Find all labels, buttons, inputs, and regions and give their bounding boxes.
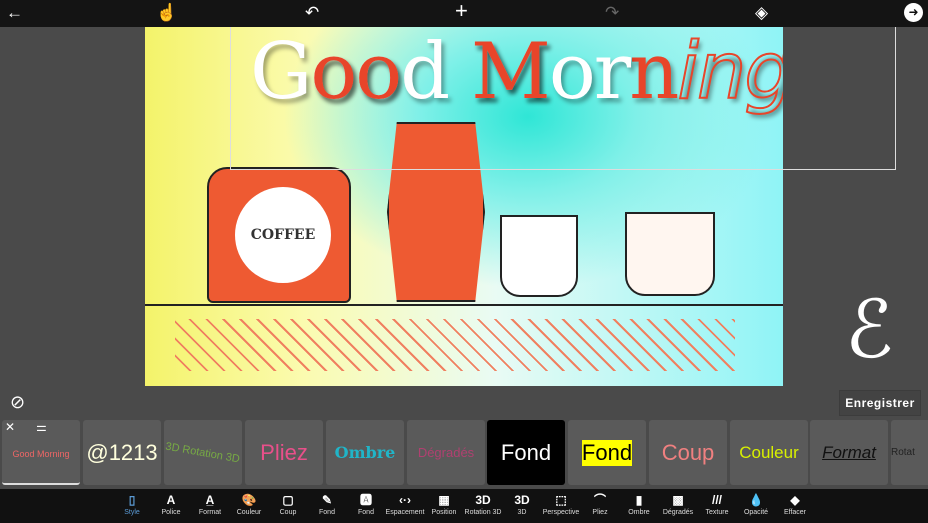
style-preset-tile[interactable]: @1213 <box>83 420 161 485</box>
style-presets: Good Morning ✕ ⚌ @1213 3D Rotation 3D Pliez Om… <box>0 420 928 485</box>
tool-fond[interactable]: 🅰 Fond <box>346 491 386 516</box>
tool-fond[interactable]: ✎ Fond <box>307 491 347 516</box>
tool-position[interactable]: ▦ Position <box>424 491 464 516</box>
tool-ombre[interactable]: ▮ Ombre <box>619 491 659 516</box>
tool-label: Opacité <box>743 509 769 516</box>
top-bar: ← ☝ ↶ + ↷ ◈ ➜ <box>0 0 928 27</box>
tool-coup[interactable]: ▢ Coup <box>268 491 308 516</box>
shelf-line <box>145 304 783 306</box>
style-preset-tile[interactable]: Good Morning ✕ ⚌ <box>2 420 80 485</box>
tool-icon: 3D <box>514 493 530 507</box>
preset-label: 3D Rotation 3D <box>164 440 242 465</box>
preset-label: Couleur <box>739 442 799 462</box>
tool-perspective[interactable]: ⬚ Perspective <box>541 491 581 516</box>
preset-label: Format <box>822 442 876 462</box>
style-preset-tile[interactable]: Rotat <box>891 420 928 485</box>
preset-label: Fond <box>581 439 633 466</box>
undo-icon[interactable]: ↶ <box>305 3 319 23</box>
style-preset-tile[interactable]: Fond <box>568 420 646 485</box>
close-icon[interactable]: ✕ <box>5 420 15 434</box>
tool-icon: ▦ <box>438 493 450 507</box>
preset-label: Rotat <box>891 447 915 458</box>
add-icon[interactable]: + <box>455 0 468 22</box>
tool-3d[interactable]: 3D 3D <box>502 491 542 516</box>
tool-label: Couleur <box>236 509 262 516</box>
preset-label: Ombre <box>334 443 396 462</box>
tool-icon: A <box>166 493 176 507</box>
preset-label: Fond <box>500 439 552 465</box>
tool-opacité[interactable]: 💧 Opacité <box>736 491 776 516</box>
tool-label: Texture <box>705 509 729 516</box>
next-icon[interactable]: ➜ <box>904 3 923 22</box>
tool-icon: ⌒ <box>593 493 606 507</box>
tool-icon: /// <box>711 493 722 507</box>
save-button[interactable]: Enregistrer <box>839 390 921 416</box>
tool-label: Perspective <box>542 509 580 516</box>
tool-rotation-3d[interactable]: 3D Rotation 3D <box>463 491 503 516</box>
tool-pliez[interactable]: ⌒ Pliez <box>580 491 620 516</box>
adjust-icon[interactable]: ⚌ <box>36 420 47 434</box>
coffee-label: COFFEE <box>235 187 331 283</box>
tool-icon: ▩ <box>672 493 684 507</box>
tool-style[interactable]: ▯ Style <box>112 491 152 516</box>
preset-label: Good Morning <box>12 449 70 459</box>
tool-label: Dégradés <box>662 509 694 516</box>
tool-icon: A̲ <box>205 493 215 507</box>
grid-cup <box>500 215 578 297</box>
tool-espacement[interactable]: ‹·› Espacement <box>385 491 425 516</box>
style-preset-tile[interactable]: Pliez <box>245 420 323 485</box>
style-preset-tile[interactable]: Couleur <box>730 420 808 485</box>
decorative-pattern <box>175 319 735 371</box>
tool-effacer[interactable]: ◆ Effacer <box>775 491 815 516</box>
tool-label: Fond <box>319 509 335 516</box>
no-style-icon[interactable]: ⊘ <box>10 392 25 413</box>
tool-label: Pliez <box>592 509 608 516</box>
touch-icon[interactable]: ☝ <box>156 3 177 23</box>
layers-icon[interactable]: ◈ <box>755 3 768 23</box>
tool-label: Fond <box>358 509 374 516</box>
watermark-signature: ℰ <box>845 283 894 376</box>
style-preset-tile[interactable]: Ombre <box>326 420 404 485</box>
tool-icon: ▮ <box>635 493 643 507</box>
back-icon[interactable]: ← <box>6 3 23 23</box>
tool-icon: 3D <box>475 493 491 507</box>
selection-box[interactable] <box>230 27 896 170</box>
tool-icon: ⬚ <box>555 493 567 507</box>
preset-label: Dégradés <box>417 445 475 460</box>
tool-label: Police <box>161 509 181 516</box>
bottom-toolbar: ▯ Style A Police A̲ Format 🎨 Couleur ▢ Coup ✎ Fond 🅰… <box>0 489 928 523</box>
tool-icon: 💧 <box>748 493 764 507</box>
tool-label: Style <box>124 509 140 516</box>
tool-label: 3D <box>517 509 527 516</box>
tool-icon: ▢ <box>282 493 294 507</box>
tool-label: Position <box>431 509 457 516</box>
style-preset-tile[interactable]: Coup <box>649 420 727 485</box>
style-preset-tile[interactable]: Fond <box>487 420 565 485</box>
tool-label: Espacement <box>385 509 425 516</box>
redo-icon[interactable]: ↷ <box>605 3 619 23</box>
tool-dégradés[interactable]: ▩ Dégradés <box>658 491 698 516</box>
tool-icon: ✎ <box>321 493 333 507</box>
tool-icon: ‹·› <box>399 493 411 507</box>
preset-label: Pliez <box>260 439 308 465</box>
preset-label: @1213 <box>86 439 158 465</box>
tool-texture[interactable]: /// Texture <box>697 491 737 516</box>
tool-label: Format <box>198 509 222 516</box>
tool-label: Effacer <box>783 509 807 516</box>
tool-icon: 🅰 <box>359 493 372 507</box>
tool-label: Ombre <box>628 509 650 516</box>
tool-icon: ▯ <box>128 493 136 507</box>
diamond-cup <box>625 212 715 296</box>
tool-icon: 🎨 <box>241 493 257 507</box>
tool-label: Rotation 3D <box>464 509 502 516</box>
preset-label: Coup <box>661 439 715 465</box>
tool-police[interactable]: A Police <box>151 491 191 516</box>
tool-label: Coup <box>279 509 297 516</box>
style-preset-tile[interactable]: Dégradés <box>407 420 485 485</box>
tool-couleur[interactable]: 🎨 Couleur <box>229 491 269 516</box>
style-preset-tile[interactable]: Format <box>810 420 888 485</box>
tool-format[interactable]: A̲ Format <box>190 491 230 516</box>
style-preset-tile[interactable]: 3D Rotation 3D <box>164 420 242 485</box>
tool-icon: ◆ <box>790 493 800 507</box>
